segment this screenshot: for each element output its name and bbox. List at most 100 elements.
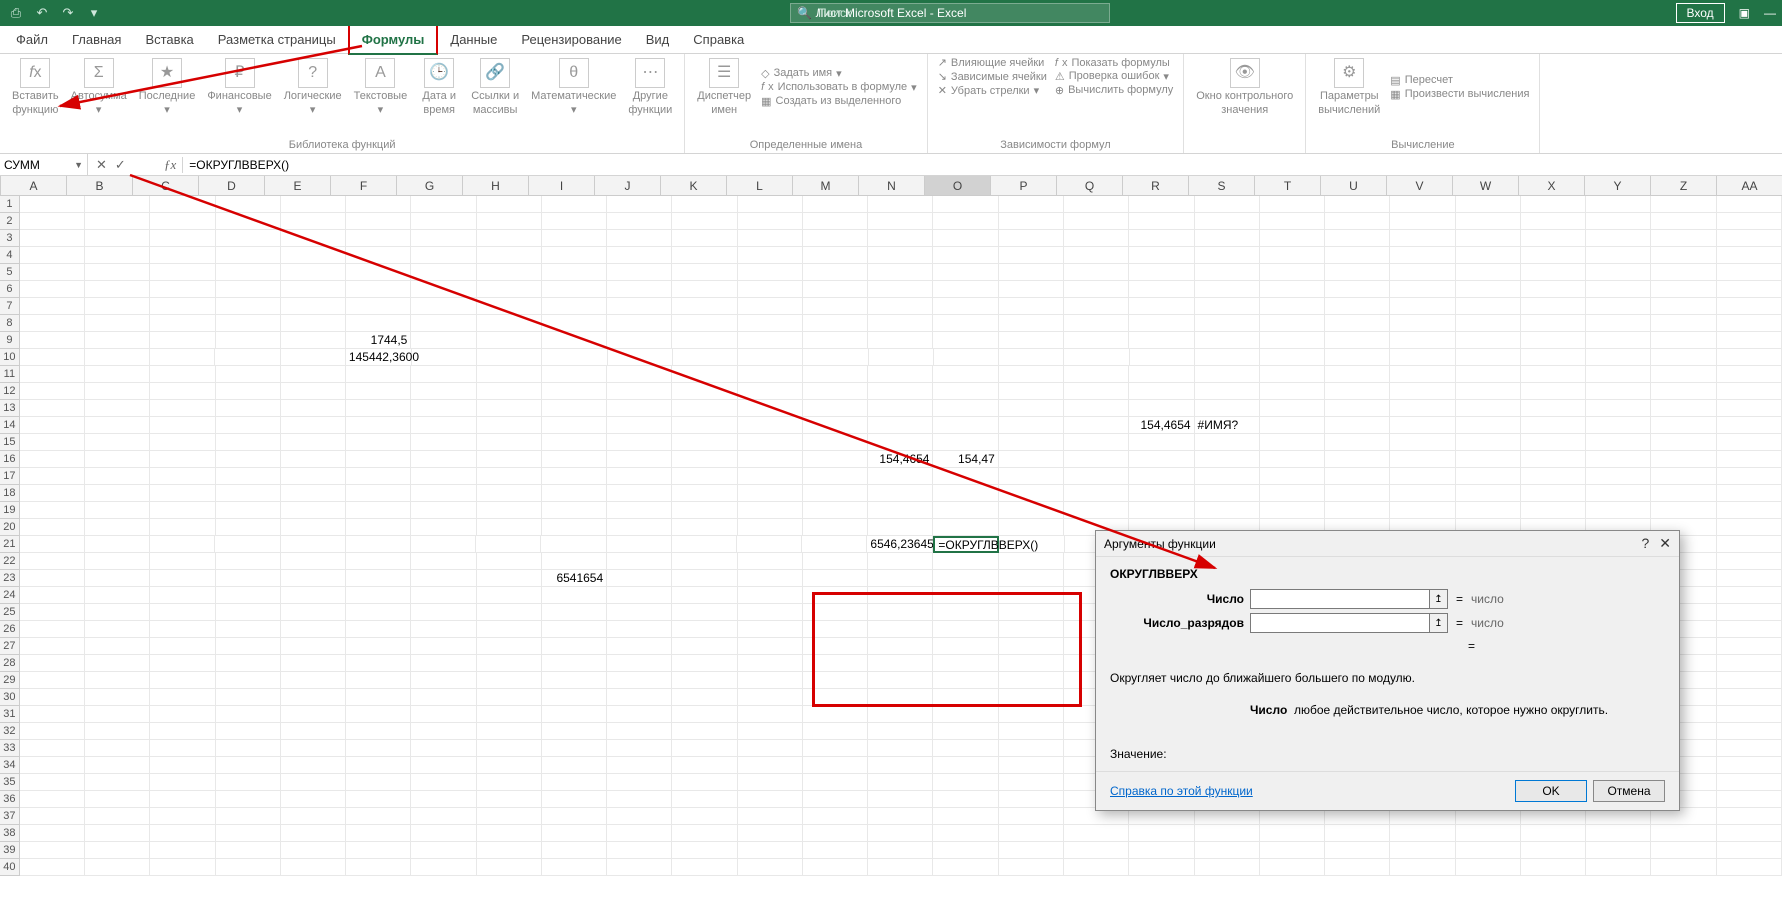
- cell-V17[interactable]: [1390, 468, 1455, 485]
- cell-Q15[interactable]: [1064, 434, 1129, 451]
- cell-E26[interactable]: [281, 621, 346, 638]
- cell-V6[interactable]: [1390, 281, 1455, 298]
- cell-O30[interactable]: [933, 689, 998, 706]
- cell-S6[interactable]: [1195, 281, 1260, 298]
- cell-G21[interactable]: [411, 536, 476, 553]
- cell-R6[interactable]: [1129, 281, 1194, 298]
- trace-dependents-button[interactable]: ↘ Зависимые ячейки: [938, 70, 1047, 83]
- row-header-21[interactable]: 21: [0, 536, 20, 553]
- cell-I3[interactable]: [542, 230, 607, 247]
- cell-X3[interactable]: [1521, 230, 1586, 247]
- cell-D39[interactable]: [216, 842, 281, 859]
- cell-F37[interactable]: [346, 808, 411, 825]
- cell-M32[interactable]: [803, 723, 868, 740]
- cell-J23[interactable]: [607, 570, 672, 587]
- cell-L4[interactable]: [738, 247, 803, 264]
- cell-G3[interactable]: [411, 230, 476, 247]
- autosum-button[interactable]: Σ Автосумма ▾: [65, 56, 133, 118]
- cell-I21[interactable]: [541, 536, 606, 553]
- recalc-button[interactable]: ▤ Пересчет: [1390, 74, 1529, 87]
- cell-A1[interactable]: [20, 196, 85, 213]
- cell-O13[interactable]: [933, 400, 998, 417]
- cell-F13[interactable]: [346, 400, 411, 417]
- cell-Y6[interactable]: [1586, 281, 1651, 298]
- cell-AA8[interactable]: [1717, 315, 1782, 332]
- cell-M33[interactable]: [803, 740, 868, 757]
- cell-T5[interactable]: [1260, 264, 1325, 281]
- column-header-O[interactable]: O: [925, 176, 991, 195]
- cell-AA6[interactable]: [1717, 281, 1782, 298]
- cell-N5[interactable]: [868, 264, 933, 281]
- cell-L19[interactable]: [738, 502, 803, 519]
- column-header-S[interactable]: S: [1189, 176, 1255, 195]
- cell-M15[interactable]: [803, 434, 868, 451]
- define-name-button[interactable]: ◇ Задать имя ▾: [761, 67, 917, 80]
- cell-E10[interactable]: [281, 349, 346, 366]
- cell-T6[interactable]: [1260, 281, 1325, 298]
- row-header-32[interactable]: 32: [0, 723, 20, 740]
- cell-G24[interactable]: [411, 587, 476, 604]
- cell-E31[interactable]: [281, 706, 346, 723]
- cell-T18[interactable]: [1260, 485, 1325, 502]
- cell-H5[interactable]: [477, 264, 542, 281]
- namebox-dropdown-icon[interactable]: ▼: [74, 160, 83, 170]
- cell-X39[interactable]: [1521, 842, 1586, 859]
- cell-U3[interactable]: [1325, 230, 1390, 247]
- cell-L16[interactable]: [738, 451, 803, 468]
- cell-V19[interactable]: [1390, 502, 1455, 519]
- cell-D1[interactable]: [216, 196, 281, 213]
- cell-H30[interactable]: [477, 689, 542, 706]
- cell-P39[interactable]: [999, 842, 1064, 859]
- cell-V39[interactable]: [1390, 842, 1455, 859]
- cell-A39[interactable]: [20, 842, 85, 859]
- cell-J16[interactable]: [607, 451, 672, 468]
- cell-F36[interactable]: [346, 791, 411, 808]
- cell-E20[interactable]: [281, 519, 346, 536]
- cell-U11[interactable]: [1325, 366, 1390, 383]
- cell-S1[interactable]: [1195, 196, 1260, 213]
- cell-Y15[interactable]: [1586, 434, 1651, 451]
- cell-I6[interactable]: [542, 281, 607, 298]
- cell-O7[interactable]: [933, 298, 998, 315]
- cell-C20[interactable]: [150, 519, 215, 536]
- cell-J34[interactable]: [607, 757, 672, 774]
- cell-O35[interactable]: [933, 774, 998, 791]
- cell-N11[interactable]: [868, 366, 933, 383]
- cell-M22[interactable]: [803, 553, 868, 570]
- cell-S18[interactable]: [1195, 485, 1260, 502]
- row-header-36[interactable]: 36: [0, 791, 20, 808]
- cell-H15[interactable]: [477, 434, 542, 451]
- tab-formulas[interactable]: Формулы: [348, 24, 439, 55]
- cell-N16[interactable]: 154,4654: [868, 451, 933, 468]
- cell-AA5[interactable]: [1717, 264, 1782, 281]
- cell-M31[interactable]: [803, 706, 868, 723]
- cell-E3[interactable]: [281, 230, 346, 247]
- cell-E36[interactable]: [281, 791, 346, 808]
- cell-N40[interactable]: [868, 859, 933, 876]
- cell-V9[interactable]: [1390, 332, 1455, 349]
- cell-H20[interactable]: [477, 519, 542, 536]
- cell-E38[interactable]: [281, 825, 346, 842]
- cell-Z6[interactable]: [1651, 281, 1716, 298]
- cell-W17[interactable]: [1456, 468, 1521, 485]
- cell-K28[interactable]: [672, 655, 737, 672]
- cell-I28[interactable]: [542, 655, 607, 672]
- cell-A4[interactable]: [20, 247, 85, 264]
- cell-M30[interactable]: [803, 689, 868, 706]
- cell-P29[interactable]: [999, 672, 1064, 689]
- cell-M16[interactable]: [803, 451, 868, 468]
- cell-Q8[interactable]: [1064, 315, 1129, 332]
- cell-W10[interactable]: [1456, 349, 1521, 366]
- cell-H29[interactable]: [477, 672, 542, 689]
- cell-L39[interactable]: [738, 842, 803, 859]
- cell-I8[interactable]: [542, 315, 607, 332]
- cell-E28[interactable]: [281, 655, 346, 672]
- cell-E12[interactable]: [281, 383, 346, 400]
- cell-Q7[interactable]: [1064, 298, 1129, 315]
- cell-AA29[interactable]: [1717, 672, 1782, 689]
- column-header-N[interactable]: N: [859, 176, 925, 195]
- cell-D24[interactable]: [216, 587, 281, 604]
- cell-F39[interactable]: [346, 842, 411, 859]
- cell-H17[interactable]: [477, 468, 542, 485]
- cell-D13[interactable]: [216, 400, 281, 417]
